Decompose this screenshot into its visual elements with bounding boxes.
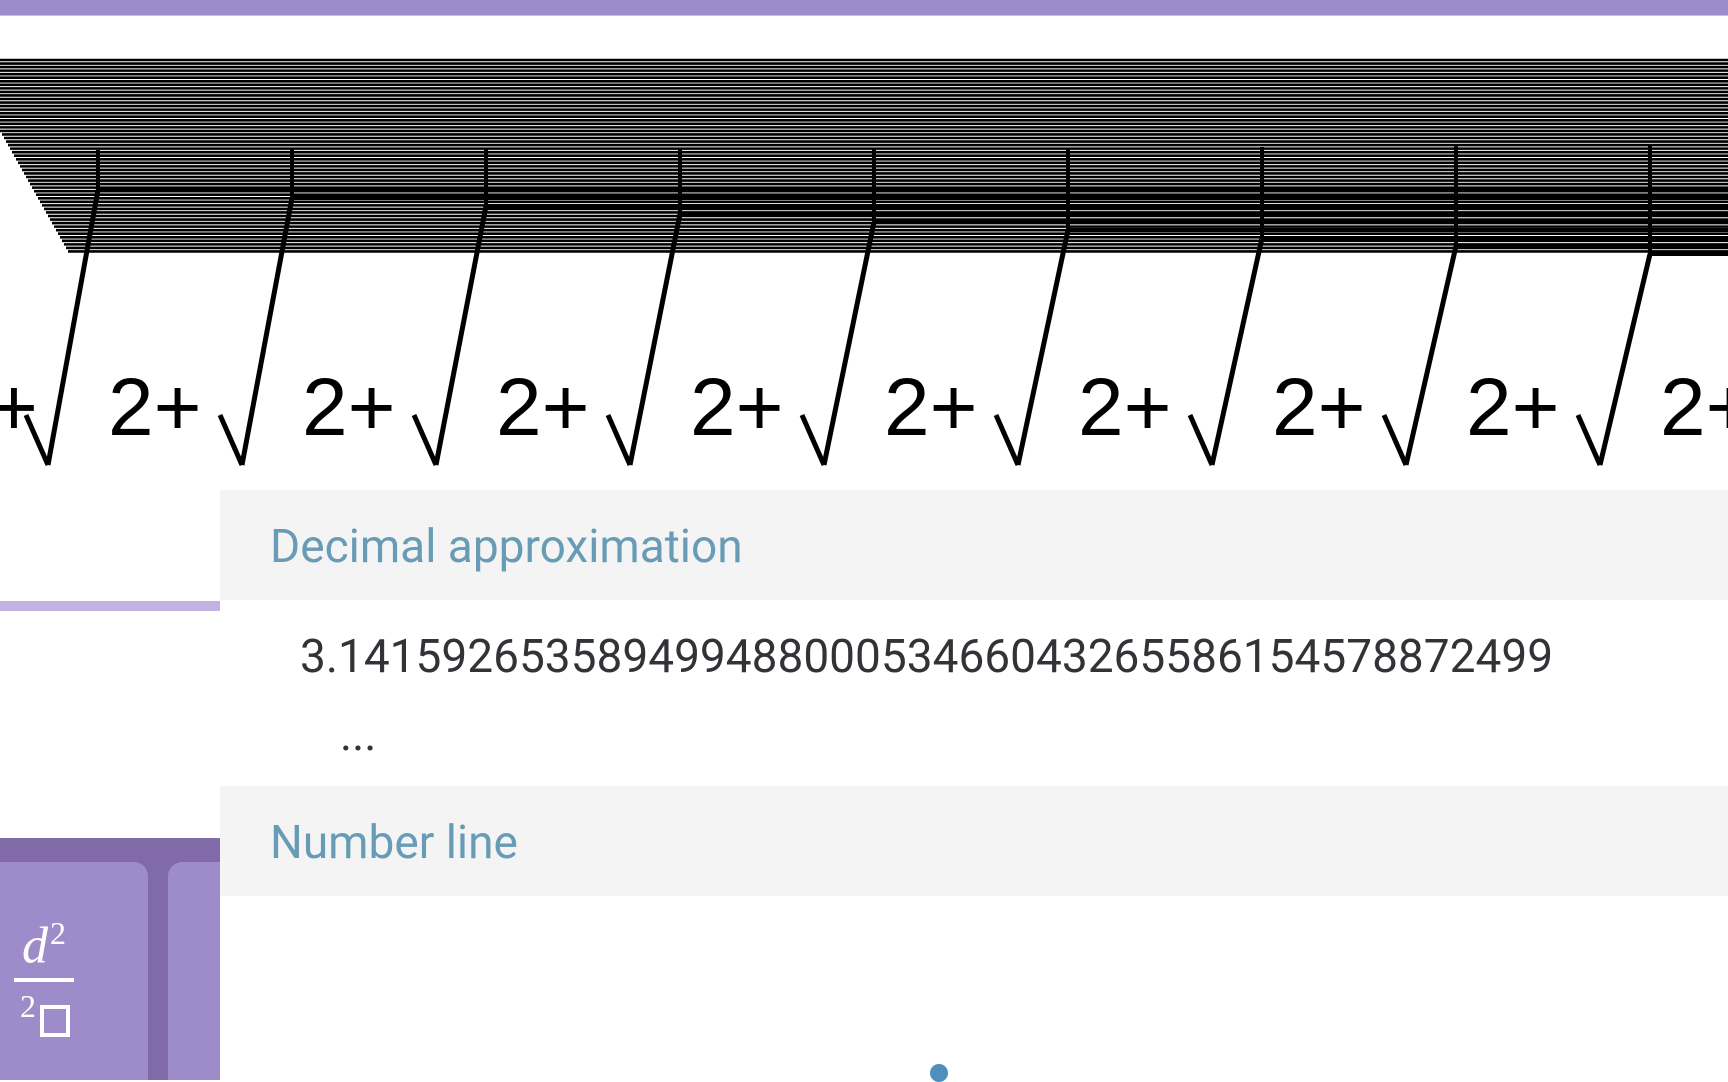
svg-text:+: + [0,362,38,453]
svg-text:2+: 2+ [884,362,978,453]
frac-num-sup: 2 [50,915,66,951]
svg-text:2+: 2+ [108,362,202,453]
expression-svg: +2+ 2+ 2+ 2+ 2+ 2+ 2+ 2+ 2+ [0,40,1728,490]
fraction-icon: d2 2 [14,917,74,1046]
svg-text:2+: 2+ [1660,362,1728,453]
placeholder-box-icon [40,1005,70,1037]
number-line-header: Number line [220,786,1728,896]
keypad-area: d2 2 [0,838,220,1080]
frac-den-sup: 2 [20,988,36,1024]
app-topbar [0,0,1728,16]
frac-num-d: d [22,917,48,974]
svg-text:2+: 2+ [1078,362,1172,453]
svg-text:2+: 2+ [496,362,590,453]
decimal-approximation-header: Decimal approximation [220,490,1728,600]
expression-display[interactable]: +2+ 2+ 2+ 2+ 2+ 2+ 2+ 2+ 2+ [0,40,1728,490]
number-line-point [930,1064,948,1082]
svg-text:2+: 2+ [1466,362,1560,453]
key-second-derivative[interactable]: d2 2 [0,862,148,1080]
svg-text:2+: 2+ [1272,362,1366,453]
results-panel: Decimal approximation 3.1415926535894994… [220,490,1728,896]
left-panel-blank [0,490,220,890]
decimal-ellipsis: ... [220,694,1728,786]
svg-text:2+: 2+ [302,362,396,453]
key-adjacent[interactable] [168,862,220,1080]
left-tab-indicator [0,593,220,611]
svg-text:2+: 2+ [690,362,784,453]
decimal-approximation-value[interactable]: 3.14159265358949948800053466043265586154… [220,600,1728,694]
